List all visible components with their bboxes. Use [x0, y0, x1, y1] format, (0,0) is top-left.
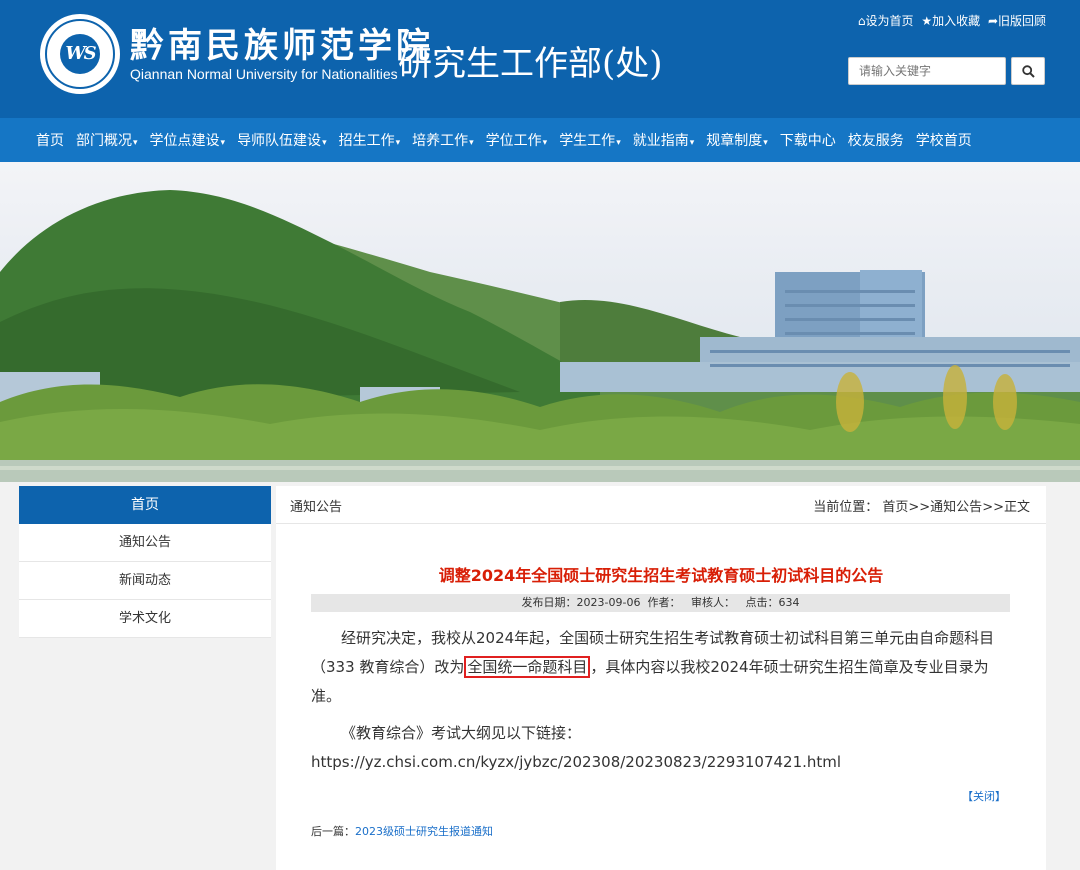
breadcrumb-prefix: 当前位置： — [813, 500, 879, 515]
school-logo[interactable]: WS — [40, 14, 120, 94]
set-home-link[interactable]: ⌂设为首页 — [858, 14, 914, 28]
add-favorite-link[interactable]: ★加入收藏 — [921, 14, 980, 28]
nav-item-label: 下载中心 — [779, 133, 836, 149]
chevron-down-icon: ▾ — [220, 138, 226, 148]
nav-item[interactable]: 部门概况▾ — [76, 130, 138, 150]
breadcrumb: 当前位置： 首页>>通知公告>>正文 — [813, 496, 1030, 515]
search-button[interactable] — [1011, 57, 1045, 85]
views-label: 点击： — [745, 596, 779, 609]
school-name-cn: 黔南民族师范学院 — [130, 26, 434, 66]
nav-item[interactable]: 培养工作▾ — [412, 130, 474, 150]
reviewer-label: 审核人： — [690, 596, 735, 609]
chevron-down-icon: ▾ — [133, 138, 138, 148]
sidebar-item-academic-culture[interactable]: 学术文化 — [19, 600, 271, 638]
breadcrumb-separator: >> — [982, 500, 1004, 515]
nav-item-label: 培养工作 — [412, 133, 469, 149]
nav-item-label: 首页 — [36, 133, 64, 149]
nav-item-label: 校友服务 — [847, 133, 904, 149]
chevron-down-icon: ▾ — [689, 138, 695, 148]
site-header: WS 黔南民族师范学院 Qiannan Normal University fo… — [0, 0, 1080, 118]
nav-item[interactable]: 导师队伍建设▾ — [237, 130, 327, 150]
nav-item-label: 学位点建设 — [149, 133, 220, 149]
breadcrumb-current: 正文 — [1003, 500, 1030, 515]
breadcrumb-separator: >> — [908, 500, 931, 515]
view-count: 634 — [778, 596, 800, 609]
breadcrumb-home[interactable]: 首页 — [882, 500, 908, 515]
syllabus-link[interactable]: https://yz.chsi.com.cn/kyzx/jybzc/202308… — [311, 748, 1011, 777]
sidebar-header[interactable]: 首页 — [19, 486, 271, 524]
sidebar: 首页 通知公告 新闻动态 学术文化 — [19, 486, 271, 638]
sidebar-item-news[interactable]: 新闻动态 — [19, 562, 271, 600]
nav-item-label: 学校首页 — [915, 133, 972, 149]
next-article: 后一篇：2023级硕士研究生报道通知 — [311, 823, 493, 839]
author-label: 作者： — [647, 596, 681, 609]
highlighted-text: 全国统一命题科目 — [464, 656, 591, 678]
article-paragraph: 《教育综合》考试大纲见以下链接： — [341, 724, 582, 742]
nav-item-label: 部门概况 — [76, 133, 132, 149]
next-article-label: 后一篇： — [311, 825, 355, 838]
nav-item-label: 导师队伍建设 — [237, 133, 322, 149]
nav-item[interactable]: 就业指南▾ — [633, 130, 695, 150]
nav-item[interactable]: 学位点建设▾ — [150, 130, 226, 150]
search-input[interactable] — [848, 57, 1006, 85]
school-name-en: Qiannan Normal University for Nationalit… — [130, 66, 398, 82]
main-content: 通知公告 当前位置： 首页>>通知公告>>正文 调整2024年全国硕士研究生招生… — [276, 486, 1046, 870]
publish-date-label: 发布日期： — [521, 596, 577, 609]
article-body: 经研究决定，我校从2024年起，全国硕士研究生招生考试教育硕士初试科目第三单元由… — [311, 624, 1011, 777]
sidebar-item-notices[interactable]: 通知公告 — [19, 524, 271, 562]
content-header: 通知公告 当前位置： 首页>>通知公告>>正文 — [276, 486, 1046, 524]
publish-date: 2023-09-06 — [576, 596, 641, 609]
nav-list: 首页 部门概况▾ 学位点建设▾ 导师队伍建设▾ 招生工作▾ 培养工作▾ 学位工作▾ 学生工作▾… — [30, 118, 978, 162]
old-version-link[interactable]: ➦旧版回顾 — [988, 14, 1046, 28]
article-paragraph: 经研究决定，我校从2024年起，全国硕士研究生招生考试教育硕士初试科目第三单元由… — [311, 624, 1011, 711]
nav-item[interactable]: 校友服务 — [848, 130, 904, 150]
nav-item[interactable]: 首页 — [36, 130, 64, 150]
nav-item-label: 学位工作 — [485, 133, 542, 149]
nav-item-label: 学生工作 — [559, 133, 616, 149]
article-title: 调整2024年全国硕士研究生招生考试教育硕士初试科目的公告 — [438, 566, 884, 585]
nav-item[interactable]: 学位工作▾ — [486, 130, 548, 150]
chevron-down-icon: ▾ — [616, 138, 621, 148]
nav-item-label: 就业指南 — [632, 133, 689, 149]
section-title: 通知公告 — [290, 500, 343, 515]
top-links: ⌂设为首页 ★加入收藏 ➦旧版回顾 — [854, 12, 1046, 29]
department-name: 研究生工作部(处) — [398, 44, 663, 84]
main-nav: 首页 部门概况▾ 学位点建设▾ 导师队伍建设▾ 招生工作▾ 培养工作▾ 学位工作▾ 学生工作▾… — [0, 118, 1080, 162]
nav-item[interactable]: 学生工作▾ — [559, 130, 621, 150]
article-meta: 发布日期：2023-09-06 作者： 审核人： 点击：634 — [311, 594, 1010, 612]
campus-banner — [0, 162, 1080, 482]
chevron-down-icon: ▾ — [395, 138, 401, 148]
nav-item[interactable]: 学校首页 — [916, 130, 972, 150]
chevron-down-icon: ▾ — [322, 138, 327, 148]
campus-banner-image — [0, 190, 1080, 482]
nav-item[interactable]: 招生工作▾ — [339, 130, 401, 150]
logo-mark: WS — [60, 34, 100, 74]
nav-item-label: 招生工作 — [338, 133, 395, 149]
chevron-down-icon: ▾ — [542, 138, 548, 148]
nav-item[interactable]: 下载中心 — [780, 130, 836, 150]
nav-item-label: 规章制度 — [706, 133, 763, 149]
chevron-down-icon: ▾ — [763, 138, 768, 148]
search-icon — [1022, 65, 1035, 78]
chevron-down-icon: ▾ — [469, 138, 474, 148]
next-article-link[interactable]: 2023级硕士研究生报道通知 — [355, 825, 493, 838]
close-button[interactable]: 【关闭】 — [962, 788, 1006, 804]
breadcrumb-section[interactable]: 通知公告 — [930, 500, 982, 515]
nav-item[interactable]: 规章制度▾ — [706, 130, 768, 150]
